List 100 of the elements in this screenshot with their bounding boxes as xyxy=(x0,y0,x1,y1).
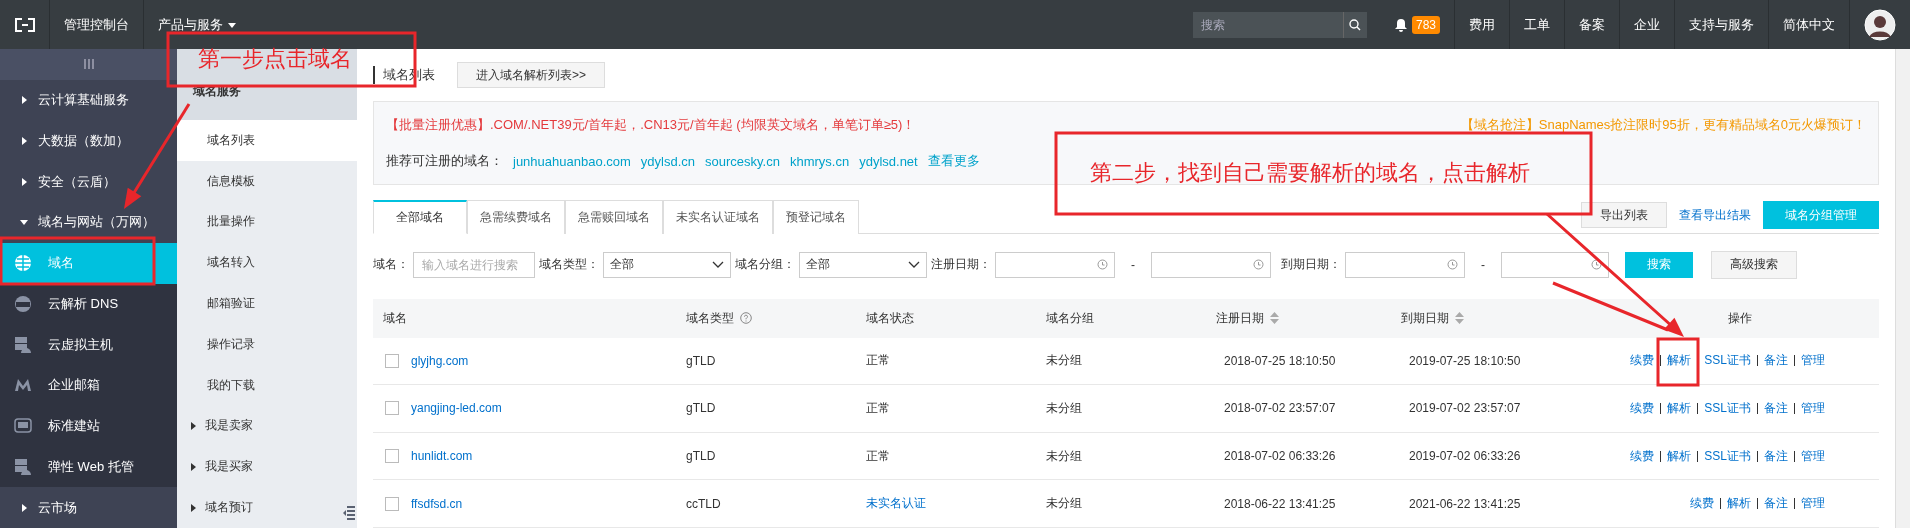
subnav-item[interactable]: 操作记录 xyxy=(177,323,357,365)
bell-icon xyxy=(1394,17,1407,32)
table-cell: 正常 xyxy=(866,448,890,463)
sidebar-item[interactable]: 云虚拟主机 xyxy=(0,324,177,366)
row-checkbox[interactable] xyxy=(385,401,399,416)
clock-icon xyxy=(1097,259,1108,271)
range-dash: - xyxy=(1481,257,1485,272)
domain-name-link[interactable]: glyjhg.com xyxy=(411,353,469,368)
nav-link[interactable]: 工单 xyxy=(1509,0,1564,49)
tab[interactable]: 预登记域名 xyxy=(773,200,859,235)
table-cell: 2019-07-25 18:10:50 xyxy=(1409,353,1521,368)
logo-icon[interactable] xyxy=(14,17,35,32)
tab[interactable]: 急需赎回域名 xyxy=(565,200,663,235)
recommend-label: 推荐可注册的域名： xyxy=(386,152,503,171)
action-link[interactable]: 管理 xyxy=(1801,447,1825,465)
clock-icon xyxy=(1253,259,1264,271)
scrollbar[interactable] xyxy=(1895,49,1910,528)
nav-link[interactable]: 费用 xyxy=(1454,0,1509,49)
action-link[interactable]: 解析 xyxy=(1727,495,1751,513)
sort-icon[interactable] xyxy=(1455,312,1464,325)
action-link[interactable]: 续费 xyxy=(1630,447,1655,465)
table-cell: 正常 xyxy=(866,353,890,368)
domain-name-link[interactable]: ffsdfsd.cn xyxy=(411,496,463,511)
date-field[interactable] xyxy=(1345,251,1465,278)
action-link[interactable]: 管理 xyxy=(1801,495,1825,513)
menu-toggle-icon[interactable] xyxy=(343,506,355,520)
subnav-item[interactable]: 域名转入 xyxy=(177,242,357,284)
search-button[interactable] xyxy=(1342,11,1367,38)
dns-list-button[interactable]: 进入域名解析列表>> xyxy=(457,62,605,89)
server-icon xyxy=(14,457,32,476)
action-link[interactable]: 解析 xyxy=(1667,352,1692,370)
domain-name-link[interactable]: yangjing-led.com xyxy=(411,401,502,416)
action-link[interactable]: 管理 xyxy=(1801,352,1825,370)
tab[interactable]: 全部域名 xyxy=(373,200,467,235)
annotation-frame xyxy=(1656,337,1700,387)
search-field[interactable]: 搜索 xyxy=(1192,11,1343,38)
column-header: 操作 xyxy=(1728,309,1752,327)
view-export-link[interactable]: 查看导出结果 xyxy=(1679,206,1751,224)
row-checkbox[interactable] xyxy=(385,353,399,368)
action-link[interactable]: 解析 xyxy=(1667,447,1692,465)
subnav-item[interactable]: 域名列表 xyxy=(177,119,357,161)
collapse-handle-icon[interactable] xyxy=(82,59,95,70)
caret-right-icon xyxy=(189,503,197,512)
subnav-item[interactable]: 批量操作 xyxy=(177,201,357,243)
sidebar-item[interactable]: 弹性 Web 托管 xyxy=(0,446,177,488)
action-link[interactable]: 解析 xyxy=(1667,399,1692,417)
server-icon xyxy=(14,335,32,354)
nav-link[interactable]: 简体中文 xyxy=(1768,0,1849,49)
subnav-item[interactable]: 我是卖家 xyxy=(177,405,357,447)
date-field[interactable] xyxy=(995,251,1115,278)
sidebar-item[interactable]: 云解析 DNS xyxy=(0,283,177,325)
date-field[interactable] xyxy=(1501,251,1609,278)
action-link[interactable]: 续费 xyxy=(1630,399,1655,417)
table-cell: 2021-06-22 13:41:25 xyxy=(1409,496,1521,511)
action-link[interactable]: 续费 xyxy=(1630,352,1655,370)
tab[interactable]: 急需续费域名 xyxy=(467,200,565,235)
sidebar-group[interactable]: 云计算基础服务 xyxy=(0,79,177,121)
nav-link[interactable]: 备案 xyxy=(1564,0,1619,49)
action-link[interactable]: SSL证书 xyxy=(1704,352,1751,370)
row-checkbox[interactable] xyxy=(385,496,399,511)
subnav-item[interactable]: 信息模板 xyxy=(177,160,357,202)
table-cell: 2018-06-22 13:41:25 xyxy=(1224,496,1336,511)
date-field[interactable] xyxy=(1151,251,1271,278)
export-button[interactable]: 导出列表 xyxy=(1581,202,1667,229)
sidebar-group[interactable]: 域名与网站（万网） xyxy=(0,202,177,243)
subnav-item[interactable]: 邮箱验证 xyxy=(177,283,357,324)
console-link[interactable]: 管理控制台 xyxy=(50,0,143,49)
subnav-item[interactable]: 我是买家 xyxy=(177,446,357,488)
domain-search-field[interactable]: 输入域名进行搜索 xyxy=(413,251,535,278)
advanced-search-button[interactable]: 高级搜索 xyxy=(1711,250,1797,279)
sort-icon[interactable] xyxy=(1270,312,1279,325)
group-select[interactable]: 全部 xyxy=(799,251,927,278)
action-link[interactable]: 管理 xyxy=(1801,399,1825,417)
action-link[interactable]: 续费 xyxy=(1690,495,1714,513)
subnav-item[interactable]: 域名预订 xyxy=(177,487,357,528)
table-cell-text: gTLD xyxy=(686,449,717,464)
filter-label: 到期日期： xyxy=(1281,256,1341,274)
action-link[interactable]: 备注 xyxy=(1764,352,1788,370)
action-link[interactable]: 备注 xyxy=(1764,495,1788,513)
nav-link[interactable]: 企业 xyxy=(1619,0,1674,49)
nav-link[interactable]: 支持与服务 xyxy=(1674,0,1768,49)
sidebar-item[interactable]: 标准建站 xyxy=(0,405,177,447)
status-link[interactable]: 未实名认证 xyxy=(866,496,926,511)
tab[interactable]: 未实名认证域名 xyxy=(663,200,773,235)
action-link[interactable]: SSL证书 xyxy=(1704,399,1751,417)
sidebar-item[interactable]: 企业邮箱 xyxy=(0,365,177,406)
action-link[interactable]: 备注 xyxy=(1764,447,1788,465)
sidebar-group[interactable]: 大数据（数加） xyxy=(0,120,177,162)
type-select[interactable]: 全部 xyxy=(603,251,731,278)
caret-down-icon xyxy=(20,218,28,227)
sidebar-group[interactable]: 安全（云盾） xyxy=(0,161,177,203)
action-link[interactable]: 备注 xyxy=(1764,399,1788,417)
avatar[interactable] xyxy=(1864,8,1896,41)
subnav-item[interactable]: 我的下载 xyxy=(177,364,357,406)
help-icon[interactable] xyxy=(740,312,752,325)
chevron-down-icon xyxy=(908,260,920,269)
action-link[interactable]: SSL证书 xyxy=(1704,447,1751,465)
domain-name-link[interactable]: hunlidt.com xyxy=(411,449,473,464)
sidebar-group[interactable]: 云市场 xyxy=(0,487,177,528)
row-checkbox[interactable] xyxy=(385,449,399,464)
